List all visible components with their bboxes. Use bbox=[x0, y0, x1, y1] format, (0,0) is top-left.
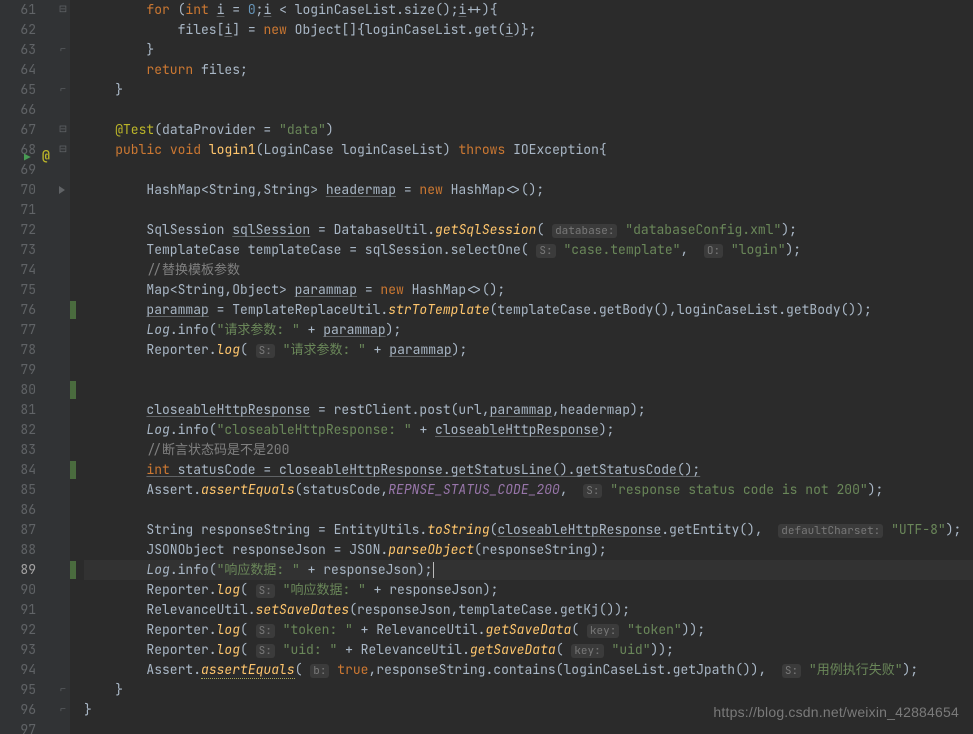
at-annotation-icon: @ bbox=[42, 146, 50, 166]
param-hint: key: bbox=[571, 644, 603, 658]
fold-collapse-icon[interactable]: ⌐ bbox=[58, 44, 68, 54]
line-number[interactable]: 91 bbox=[0, 600, 56, 620]
code-line[interactable] bbox=[84, 200, 973, 220]
code-line[interactable]: Assert.assertEquals( b: true,responseStr… bbox=[84, 660, 973, 680]
line-number[interactable]: 71 bbox=[0, 200, 56, 220]
param-hint: S: bbox=[583, 484, 602, 498]
code-line[interactable]: JSONObject responseJson = JSON.parseObje… bbox=[84, 540, 973, 560]
line-number[interactable]: 95 bbox=[0, 680, 56, 700]
code-line[interactable]: Log.info("请求参数: " + parammap); bbox=[84, 320, 973, 340]
line-number[interactable]: 97 bbox=[0, 720, 56, 734]
line-number-gutter[interactable]: 6162636465666768697071727374757677787980… bbox=[0, 0, 56, 734]
fold-collapse-icon[interactable]: ⌐ bbox=[58, 684, 68, 694]
code-line[interactable]: public void login1(LoginCase loginCaseLi… bbox=[84, 140, 973, 160]
code-line[interactable]: String responseString = EntityUtils.toSt… bbox=[84, 520, 973, 540]
line-number[interactable]: 76 bbox=[0, 300, 56, 320]
line-number[interactable]: 80 bbox=[0, 380, 56, 400]
line-number[interactable]: 81 bbox=[0, 400, 56, 420]
code-line[interactable] bbox=[84, 100, 973, 120]
code-line[interactable]: closeableHttpResponse = restClient.post(… bbox=[84, 400, 973, 420]
run-gutter-icon[interactable]: ▶ bbox=[24, 148, 31, 168]
code-line[interactable]: @Test(dataProvider = "data") bbox=[84, 120, 973, 140]
code-line[interactable] bbox=[84, 500, 973, 520]
line-number[interactable]: 96 bbox=[0, 700, 56, 720]
code-line[interactable] bbox=[84, 380, 973, 400]
code-line[interactable]: Assert.assertEquals(statusCode,REPNSE_ST… bbox=[84, 480, 973, 500]
param-hint: database: bbox=[552, 224, 617, 238]
code-line[interactable]: } bbox=[84, 80, 973, 100]
code-line[interactable]: Reporter.log( S: "token: " + RelevanceUt… bbox=[84, 620, 973, 640]
line-number[interactable]: 92 bbox=[0, 620, 56, 640]
line-number[interactable]: 94 bbox=[0, 660, 56, 680]
code-line[interactable]: HashMap<String,String> headermap = new H… bbox=[84, 180, 973, 200]
line-number[interactable]: 75 bbox=[0, 280, 56, 300]
line-number[interactable]: 62 bbox=[0, 20, 56, 40]
fold-expand-icon[interactable]: ⊟ bbox=[58, 4, 68, 14]
code-line[interactable]: } bbox=[84, 40, 973, 60]
code-line[interactable] bbox=[84, 360, 973, 380]
line-number[interactable]: 93 bbox=[0, 640, 56, 660]
code-line[interactable] bbox=[84, 160, 973, 180]
line-number[interactable]: 89 bbox=[0, 560, 56, 580]
play-icon[interactable] bbox=[59, 186, 65, 194]
fold-expand-icon[interactable]: ⊟ bbox=[58, 144, 68, 154]
code-line[interactable]: Reporter.log( S: "请求参数: " + parammap); bbox=[84, 340, 973, 360]
code-line[interactable]: Reporter.log( S: "uid: " + RelevanceUtil… bbox=[84, 640, 973, 660]
code-line[interactable] bbox=[84, 720, 973, 734]
code-line[interactable]: //替换模板参数 bbox=[84, 260, 973, 280]
param-hint: O: bbox=[704, 244, 723, 258]
line-number[interactable]: 87 bbox=[0, 520, 56, 540]
line-number[interactable]: 73 bbox=[0, 240, 56, 260]
code-line[interactable]: return files; bbox=[84, 60, 973, 80]
param-hint: S: bbox=[536, 244, 555, 258]
line-number[interactable]: 85 bbox=[0, 480, 56, 500]
param-hint: S: bbox=[256, 644, 275, 658]
param-hint: S: bbox=[256, 344, 275, 358]
code-line[interactable]: } bbox=[84, 680, 973, 700]
line-number[interactable]: 63 bbox=[0, 40, 56, 60]
param-hint: defaultCharset: bbox=[778, 524, 883, 538]
param-hint: S: bbox=[256, 584, 275, 598]
line-number[interactable]: 72 bbox=[0, 220, 56, 240]
code-line[interactable]: files[i] = new Object[]{loginCaseList.ge… bbox=[84, 20, 973, 40]
param-hint: S: bbox=[256, 624, 275, 638]
fold-collapse-icon[interactable]: ⌐ bbox=[58, 84, 68, 94]
code-line[interactable]: RelevanceUtil.setSaveDates(responseJson,… bbox=[84, 600, 973, 620]
line-number[interactable]: 82 bbox=[0, 420, 56, 440]
line-number[interactable]: 65 bbox=[0, 80, 56, 100]
watermark-text: https://blog.csdn.net/weixin_42884654 bbox=[713, 702, 959, 722]
line-number[interactable]: 64 bbox=[0, 60, 56, 80]
code-line[interactable]: Log.info("closeableHttpResponse: " + clo… bbox=[84, 420, 973, 440]
code-editor[interactable]: 6162636465666768697071727374757677787980… bbox=[0, 0, 973, 734]
fold-column[interactable]: ⊟ ⌐ ⌐ ⊟ ⊟ ⌐ ⌐ bbox=[56, 0, 70, 734]
code-line[interactable]: int statusCode = closeableHttpResponse.g… bbox=[84, 460, 973, 480]
line-number[interactable]: 66 bbox=[0, 100, 56, 120]
line-number[interactable]: 78 bbox=[0, 340, 56, 360]
param-hint: b: bbox=[310, 664, 329, 678]
line-number[interactable]: 67 bbox=[0, 120, 56, 140]
code-line[interactable]: Reporter.log( S: "响应数据: " + responseJson… bbox=[84, 580, 973, 600]
line-number[interactable]: 77 bbox=[0, 320, 56, 340]
fold-collapse-icon[interactable]: ⌐ bbox=[58, 704, 68, 714]
line-number[interactable]: 84 bbox=[0, 460, 56, 480]
fold-region-icon[interactable]: ⊟ bbox=[58, 124, 68, 134]
code-line[interactable]: TemplateCase templateCase = sqlSession.s… bbox=[84, 240, 973, 260]
code-line[interactable]: parammap = TemplateReplaceUtil.strToTemp… bbox=[84, 300, 973, 320]
param-hint: key: bbox=[587, 624, 619, 638]
line-number[interactable]: 88 bbox=[0, 540, 56, 560]
code-line[interactable]: SqlSession sqlSession = DatabaseUtil.get… bbox=[84, 220, 973, 240]
code-line[interactable]: Log.info("响应数据: " + responseJson); bbox=[84, 560, 973, 580]
code-line[interactable]: for (int i = 0;i < loginCaseList.size();… bbox=[84, 0, 973, 20]
param-hint: S: bbox=[782, 664, 801, 678]
line-number[interactable]: 74 bbox=[0, 260, 56, 280]
line-number[interactable]: 79 bbox=[0, 360, 56, 380]
code-line[interactable]: Map<String,Object> parammap = new HashMa… bbox=[84, 280, 973, 300]
code-line[interactable]: //断言状态码是不是200 bbox=[84, 440, 973, 460]
code-area[interactable]: for (int i = 0;i < loginCaseList.size();… bbox=[76, 0, 973, 734]
line-number[interactable]: 90 bbox=[0, 580, 56, 600]
line-number[interactable]: 70 bbox=[0, 180, 56, 200]
line-number[interactable]: 86 bbox=[0, 500, 56, 520]
line-number[interactable]: 83 bbox=[0, 440, 56, 460]
line-number[interactable]: 61 bbox=[0, 0, 56, 20]
